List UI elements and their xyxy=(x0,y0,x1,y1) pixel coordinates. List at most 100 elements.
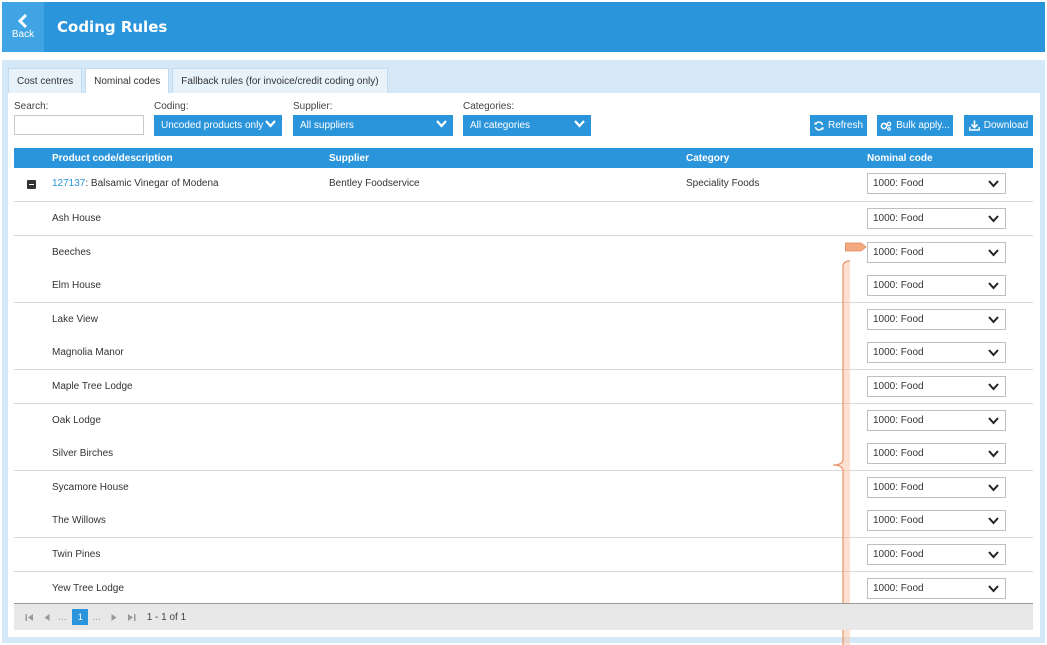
chevron-down-icon xyxy=(988,551,999,559)
categories-label: Categories: xyxy=(463,101,515,112)
nominal-code-select[interactable]: 1000: Food xyxy=(867,309,1006,330)
site-name: Ash House xyxy=(52,213,101,224)
site-name: Oak Lodge xyxy=(52,415,101,426)
table-row: Beeches 1000: Food xyxy=(14,236,1033,270)
annotation-arrow-icon xyxy=(845,242,867,252)
column-header-category[interactable]: Category xyxy=(686,153,729,164)
collapse-icon[interactable] xyxy=(27,180,36,189)
site-name: Lake View xyxy=(52,314,98,325)
site-name: Silver Birches xyxy=(52,448,114,459)
table-row: Elm House 1000: Food xyxy=(14,269,1033,303)
table-header: Product code/description Supplier Catego… xyxy=(14,148,1033,168)
download-label: Download xyxy=(983,120,1029,131)
previous-page-icon[interactable] xyxy=(40,610,54,624)
column-header-supplier[interactable]: Supplier xyxy=(329,153,369,164)
table-row: Maple Tree Lodge 1000: Food xyxy=(14,370,1033,404)
table-row: Magnolia Manor 1000: Food xyxy=(14,336,1033,370)
categories-select[interactable]: All categories xyxy=(463,115,591,136)
coding-label: Coding: xyxy=(154,101,189,112)
nominal-code-select[interactable]: 1000: Food xyxy=(867,410,1006,431)
search-input[interactable] xyxy=(14,115,144,135)
chevron-down-icon xyxy=(988,450,999,458)
search-label: Search: xyxy=(14,101,49,112)
supplier-select[interactable]: All suppliers xyxy=(293,115,453,136)
pager: ... 1 ... 1 - 1 of 1 xyxy=(14,603,1033,630)
table-row: Oak Lodge 1000: Food xyxy=(14,404,1033,438)
nominal-code-select[interactable]: 1000: Food xyxy=(867,242,1006,263)
product-code-link[interactable]: 127137 xyxy=(52,178,85,189)
supplier-select-value: All suppliers xyxy=(300,120,354,131)
tab-content: Search: Coding: Supplier: Categories: Un… xyxy=(8,93,1040,645)
coding-select[interactable]: Uncoded products only xyxy=(154,115,282,136)
table-row: Sycamore House 1000: Food xyxy=(14,471,1033,505)
nominal-code-value: 1000: Food xyxy=(873,482,924,493)
chevron-down-icon xyxy=(574,120,585,128)
table-row: The Willows 1000: Food xyxy=(14,504,1033,538)
chevron-down-icon xyxy=(988,215,999,223)
chevron-left-icon xyxy=(17,14,28,28)
chevron-down-icon xyxy=(988,282,999,290)
main-panel: Cost centres Nominal codes Fallback rule… xyxy=(2,60,1045,645)
first-page-icon[interactable] xyxy=(22,610,36,624)
nominal-code-select[interactable]: 1000: Food xyxy=(867,578,1006,599)
nominal-code-value: 1000: Food xyxy=(873,247,924,258)
tab-cost-centres[interactable]: Cost centres xyxy=(8,68,83,93)
pager-dots-after[interactable]: ... xyxy=(92,612,100,623)
annotation-brace-icon xyxy=(832,260,851,645)
download-button[interactable]: Download xyxy=(964,115,1033,136)
nominal-code-value: 1000: Food xyxy=(873,280,924,291)
nominal-code-select[interactable]: 1000: Food xyxy=(867,208,1006,229)
bulk-apply-label: Bulk apply... xyxy=(896,120,950,131)
refresh-button[interactable]: Refresh xyxy=(810,115,867,136)
nominal-code-value: 1000: Food xyxy=(873,549,924,560)
bulk-apply-button[interactable]: Bulk apply... xyxy=(877,115,953,136)
categories-select-value: All categories xyxy=(470,120,531,131)
nominal-code-select[interactable]: 1000: Food xyxy=(867,376,1006,397)
nominal-code-select[interactable]: 1000: Food xyxy=(867,443,1006,464)
nominal-code-value: 1000: Food xyxy=(873,314,924,325)
nominal-code-value: 1000: Food xyxy=(873,213,924,224)
gears-icon xyxy=(880,121,892,131)
nominal-code-value: 1000: Food xyxy=(873,415,924,426)
chevron-down-icon xyxy=(988,249,999,257)
coding-select-value: Uncoded products only xyxy=(161,120,264,131)
next-page-icon[interactable] xyxy=(107,610,121,624)
nominal-code-value: 1000: Food xyxy=(873,448,924,459)
app-header: Back Coding Rules xyxy=(2,2,1045,52)
pager-dots-before[interactable]: ... xyxy=(58,612,66,623)
nominal-code-select[interactable]: 1000: Food xyxy=(867,510,1006,531)
nominal-code-select[interactable]: 1000: Food xyxy=(867,275,1006,296)
refresh-label: Refresh xyxy=(827,120,863,131)
nominal-code-value: 1000: Food xyxy=(873,515,924,526)
table-row: Silver Birches 1000: Food xyxy=(14,437,1033,471)
tab-fallback-rules[interactable]: Fallback rules (for invoice/credit codin… xyxy=(172,68,388,93)
product-supplier: Bentley Foodservice xyxy=(329,178,420,189)
page-title: Coding Rules xyxy=(57,18,168,36)
table-row: Twin Pines 1000: Food xyxy=(14,538,1033,572)
site-name: Elm House xyxy=(52,280,101,291)
back-button[interactable]: Back xyxy=(2,2,44,52)
tab-bar: Cost centres Nominal codes Fallback rule… xyxy=(8,68,391,94)
chevron-down-icon xyxy=(988,180,999,188)
table-row-product: 127137: Balsamic Vinegar of Modena Bentl… xyxy=(14,168,1033,202)
page-number-current[interactable]: 1 xyxy=(72,609,89,625)
nominal-code-select[interactable]: 1000: Food xyxy=(867,477,1006,498)
table-row: Lake View 1000: Food xyxy=(14,303,1033,337)
nominal-code-select[interactable]: 1000: Food xyxy=(867,342,1006,363)
chevron-down-icon xyxy=(988,484,999,492)
nominal-code-select[interactable]: 1000: Food xyxy=(867,173,1006,194)
nominal-code-value: 1000: Food xyxy=(873,583,924,594)
nominal-code-select[interactable]: 1000: Food xyxy=(867,544,1006,565)
site-name: Sycamore House xyxy=(52,482,129,493)
column-header-nominal-code[interactable]: Nominal code xyxy=(867,153,933,164)
tab-nominal-codes[interactable]: Nominal codes xyxy=(85,68,170,94)
nominal-code-value: 1000: Food xyxy=(873,178,924,189)
column-header-product[interactable]: Product code/description xyxy=(52,153,173,164)
download-icon xyxy=(968,120,980,131)
site-name: Twin Pines xyxy=(52,549,101,560)
table-row: Ash House 1000: Food xyxy=(14,202,1033,236)
chevron-down-icon xyxy=(988,316,999,324)
chevron-down-icon xyxy=(988,417,999,425)
last-page-icon[interactable] xyxy=(125,610,139,624)
refresh-icon xyxy=(813,120,824,131)
